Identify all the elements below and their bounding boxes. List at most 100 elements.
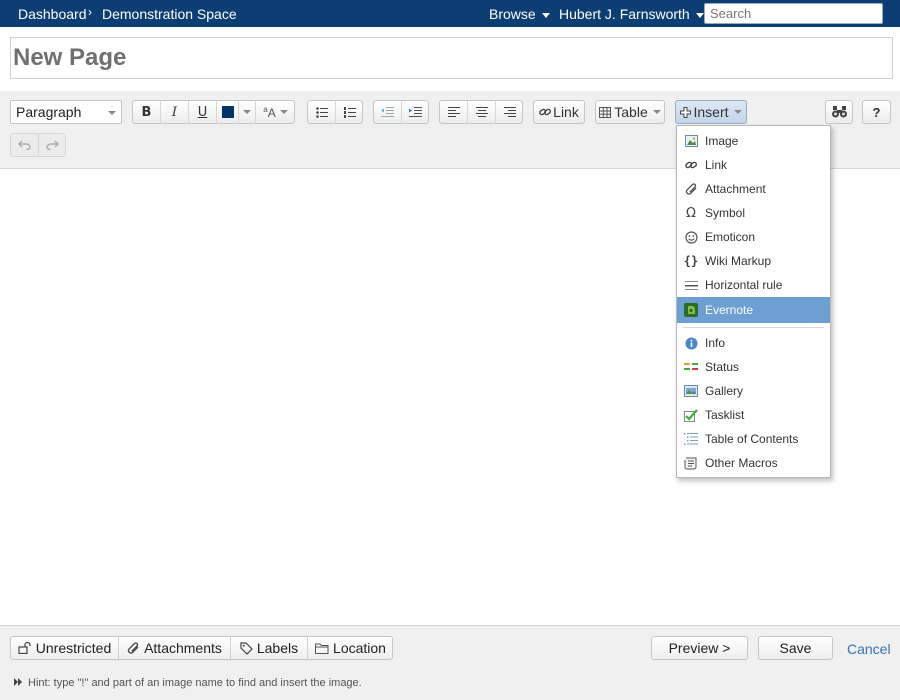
insert-menu-item-info[interactable]: Info xyxy=(677,331,830,355)
alignment-group xyxy=(439,100,523,124)
insert-menu-item-label: Gallery xyxy=(705,384,744,398)
attachments-label: Attachments xyxy=(144,640,222,656)
text-color-button[interactable] xyxy=(216,101,238,123)
binoculars-icon xyxy=(831,106,847,118)
unlocked-icon xyxy=(18,642,32,654)
chevron-down-icon xyxy=(733,110,742,114)
insert-menu-item-table-of-contents[interactable]: Table of Contents xyxy=(677,427,830,451)
browse-menu-label: Browse xyxy=(489,6,536,22)
align-center-button[interactable] xyxy=(467,101,495,123)
table-icon xyxy=(599,106,612,118)
checkmark-icon xyxy=(684,408,698,422)
indent-icon xyxy=(409,106,422,117)
insert-menu-item-tasklist[interactable]: Tasklist xyxy=(677,403,830,427)
chevron-down-icon xyxy=(652,110,661,114)
link-button-label: Link xyxy=(553,104,579,120)
indent-button[interactable] xyxy=(401,101,429,123)
page-title-input[interactable] xyxy=(10,37,893,79)
editor-hint: Hint: type "!" and part of an image name… xyxy=(14,677,362,689)
restrictions-button[interactable]: Unrestricted xyxy=(11,637,118,659)
image-icon xyxy=(684,134,698,148)
insert-menu-item-link[interactable]: Link xyxy=(677,153,830,177)
browse-menu[interactable]: Browse xyxy=(489,6,550,22)
gallery-icon xyxy=(684,384,698,398)
breadcrumb-space[interactable]: Demonstration Space xyxy=(102,6,237,22)
numbered-list-icon xyxy=(343,106,356,118)
insert-button-label: Insert xyxy=(693,104,729,120)
find-replace-button[interactable] xyxy=(825,100,853,124)
labels-label: Labels xyxy=(256,640,299,656)
align-right-icon xyxy=(503,107,516,117)
bold-button[interactable]: B xyxy=(133,101,160,123)
location-button[interactable]: Location xyxy=(307,637,393,659)
insert-menu-item-other-macros[interactable]: Other Macros xyxy=(677,451,830,475)
numbered-list-button[interactable] xyxy=(335,101,363,123)
outdent-button[interactable] xyxy=(374,101,401,123)
text-color-dropdown[interactable] xyxy=(238,101,255,123)
insert-menu-item-image[interactable]: Image xyxy=(677,129,830,153)
align-left-button[interactable] xyxy=(440,101,467,123)
location-label: Location xyxy=(333,640,386,656)
more-formatting-button[interactable]: aA xyxy=(255,101,295,123)
link-button-content: Link xyxy=(534,101,584,123)
insert-menu-item-label: Other Macros xyxy=(705,456,778,470)
plus-icon xyxy=(680,106,692,118)
paragraph-format-label: Paragraph xyxy=(16,104,82,120)
insert-menu-item-label: Evernote xyxy=(705,303,754,317)
insert-menu-item-attachment[interactable]: Attachment xyxy=(677,177,830,201)
paragraph-format-select[interactable]: Paragraph xyxy=(10,100,122,124)
insert-menu-item-label: Symbol xyxy=(705,206,746,220)
breadcrumb-dashboard[interactable]: Dashboard xyxy=(18,6,87,22)
editor-footer: Unrestricted Attachments Labels Location… xyxy=(0,625,900,700)
insert-dropdown-menu: Image Link Attachment Ω Symbol Emoticon … xyxy=(676,125,831,478)
outdent-icon xyxy=(381,106,394,117)
labels-button[interactable]: Labels xyxy=(230,637,307,659)
user-menu[interactable]: Hubert J. Farnsworth xyxy=(559,6,704,22)
status-icon xyxy=(684,360,698,374)
search-input[interactable] xyxy=(704,3,883,24)
insert-menu-item-evernote[interactable]: Evernote xyxy=(677,297,830,323)
bullet-list-icon xyxy=(315,106,328,118)
undo-button[interactable] xyxy=(11,134,38,156)
bullet-list-button[interactable] xyxy=(308,101,335,123)
undo-redo-group xyxy=(10,133,66,157)
insert-menu-item-horizontal-rule[interactable]: Horizontal rule xyxy=(677,273,830,297)
insert-menu-item-wiki-markup[interactable]: {} Wiki Markup xyxy=(677,249,830,273)
omega-icon: Ω xyxy=(686,205,696,221)
folder-icon xyxy=(315,643,329,654)
cancel-link[interactable]: Cancel xyxy=(847,641,891,657)
insert-menu-item-label: Info xyxy=(705,336,726,350)
paperclip-icon xyxy=(684,182,698,196)
text-format-group: B I U aA xyxy=(132,100,295,124)
attachments-button[interactable]: Attachments xyxy=(118,637,230,659)
link-button[interactable]: Link xyxy=(533,100,585,124)
undo-icon xyxy=(18,140,31,150)
table-button[interactable]: Table xyxy=(595,100,665,124)
align-right-button[interactable] xyxy=(495,101,523,123)
insert-menu-item-emoticon[interactable]: Emoticon xyxy=(677,225,830,249)
insert-menu-item-label: Image xyxy=(705,134,739,148)
underline-button[interactable]: U xyxy=(188,101,216,123)
user-menu-label: Hubert J. Farnsworth xyxy=(559,6,690,22)
insert-menu-item-symbol[interactable]: Ω Symbol xyxy=(677,201,830,225)
tag-icon xyxy=(240,641,253,655)
align-left-icon xyxy=(447,107,460,117)
indent-group xyxy=(373,100,429,124)
align-center-icon xyxy=(475,107,488,117)
help-button[interactable]: ? xyxy=(862,100,891,124)
insert-menu-item-status[interactable]: Status xyxy=(677,355,830,379)
redo-icon xyxy=(45,140,59,150)
italic-button[interactable]: I xyxy=(160,101,188,123)
horizontal-rule-icon xyxy=(684,278,698,292)
save-button[interactable]: Save xyxy=(758,636,833,660)
breadcrumb-separator-icon: › xyxy=(88,5,92,19)
restrictions-label: Unrestricted xyxy=(35,640,112,656)
braces-icon: {} xyxy=(683,254,699,268)
paperclip-icon xyxy=(127,641,140,655)
redo-button[interactable] xyxy=(38,134,65,156)
insert-menu-item-gallery[interactable]: Gallery xyxy=(677,379,830,403)
preview-button[interactable]: Preview > xyxy=(651,636,748,660)
chevron-down-icon xyxy=(541,12,550,18)
insert-menu-button[interactable]: Insert xyxy=(675,100,747,124)
page-options-group: Unrestricted Attachments Labels Location xyxy=(10,636,393,660)
